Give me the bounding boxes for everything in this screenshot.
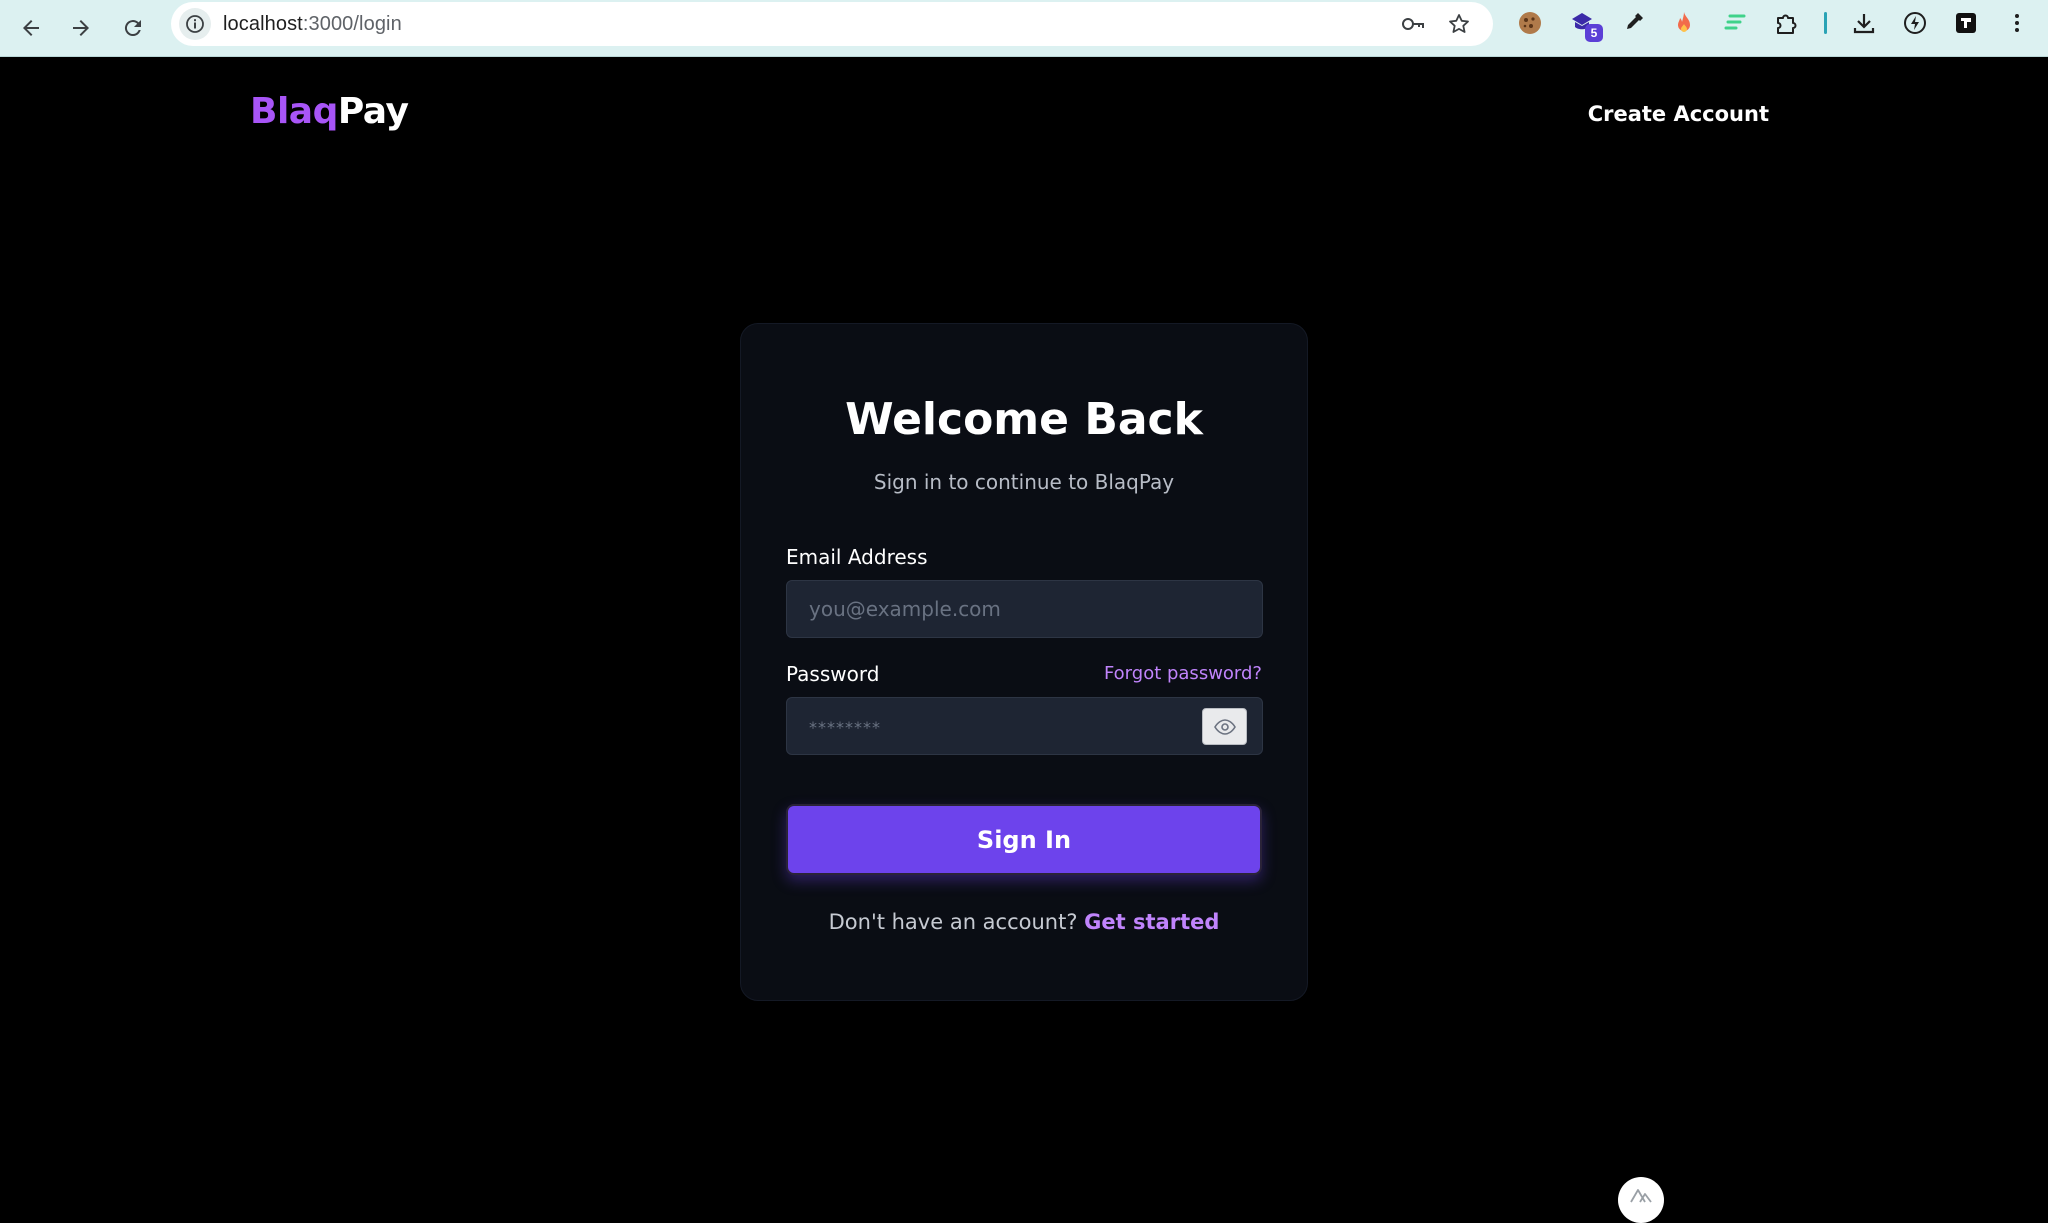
app-icon [1956,13,1976,33]
url-path: :3000/login [302,13,402,35]
extension-with-badge[interactable]: 5 [1567,8,1603,42]
site-info-icon [186,15,204,33]
sign-in-button[interactable]: Sign In [786,804,1262,875]
no-account-text: Don't have an account? [828,910,1078,934]
cookie-extension-icon [1519,12,1541,34]
bolt-icon [1904,12,1926,34]
download-icon [1853,14,1875,34]
nuxt-icon [1630,1189,1652,1203]
browser-toolbar: localhost:3000/login 5 [0,0,2048,57]
forgot-password-link[interactable]: Forgot password? [1104,663,1262,684]
eyedropper-icon [1627,13,1643,29]
email-field-wrapper [786,580,1263,638]
site-info-button[interactable] [179,8,211,40]
app-extension[interactable] [1951,8,1981,38]
password-key-button[interactable] [1399,10,1427,38]
page: BlaqPay Create Account Welcome Back Sign… [0,57,2048,1223]
nuxt-devtools-button[interactable] [1618,1177,1664,1223]
more-icon [2015,14,2019,32]
reload-button[interactable] [115,10,151,46]
password-field[interactable] [787,698,1262,754]
forward-button[interactable] [63,10,99,46]
downloads-button[interactable] [1849,8,1879,38]
bolt-extension[interactable] [1900,8,1930,38]
forward-icon [73,20,89,36]
back-button[interactable] [13,10,49,46]
login-subtitle: Sign in to continue to BlaqPay [873,470,1175,494]
toolbar-separator [1824,12,1827,34]
key-icon [1402,18,1424,30]
puzzle-icon [1777,14,1797,34]
login-card: Welcome Back Sign in to continue to Blaq… [740,323,1308,1001]
password-label: Password [786,662,880,686]
email-field[interactable] [787,581,1262,637]
create-account-link[interactable]: Create Account [1588,102,1769,126]
toggle-password-visibility-button[interactable] [1202,708,1247,745]
get-started-link[interactable]: Get started [1084,910,1219,934]
page-title: Welcome Back [845,394,1203,445]
eyedropper-extension[interactable] [1618,8,1648,38]
fire-extension[interactable] [1669,8,1699,38]
fire-extension-icon [1678,12,1690,32]
url-host: localhost [223,13,303,35]
password-field-wrapper [786,697,1263,755]
address-bar[interactable]: localhost:3000/login [171,2,1493,46]
brand-part-1: Blaq [250,91,338,132]
back-icon [23,20,39,36]
lines-extension[interactable] [1720,8,1750,38]
eye-icon [1213,718,1236,735]
email-label: Email Address [786,545,928,569]
brand-part-2: Pay [337,91,409,132]
reload-icon [124,20,141,37]
star-icon [1449,14,1469,33]
extensions-menu-button[interactable] [1771,8,1801,38]
url-text: localhost:3000/login [223,13,402,36]
cookie-extension[interactable] [1515,8,1545,38]
bookmark-button[interactable] [1445,10,1473,38]
signup-prompt: Don't have an account? Get started [741,910,1307,934]
extension-lines-icon [1724,14,1746,30]
extension-badge: 5 [1585,24,1603,42]
brand-logo[interactable]: BlaqPay [250,91,409,132]
browser-menu-button[interactable] [2002,8,2032,38]
